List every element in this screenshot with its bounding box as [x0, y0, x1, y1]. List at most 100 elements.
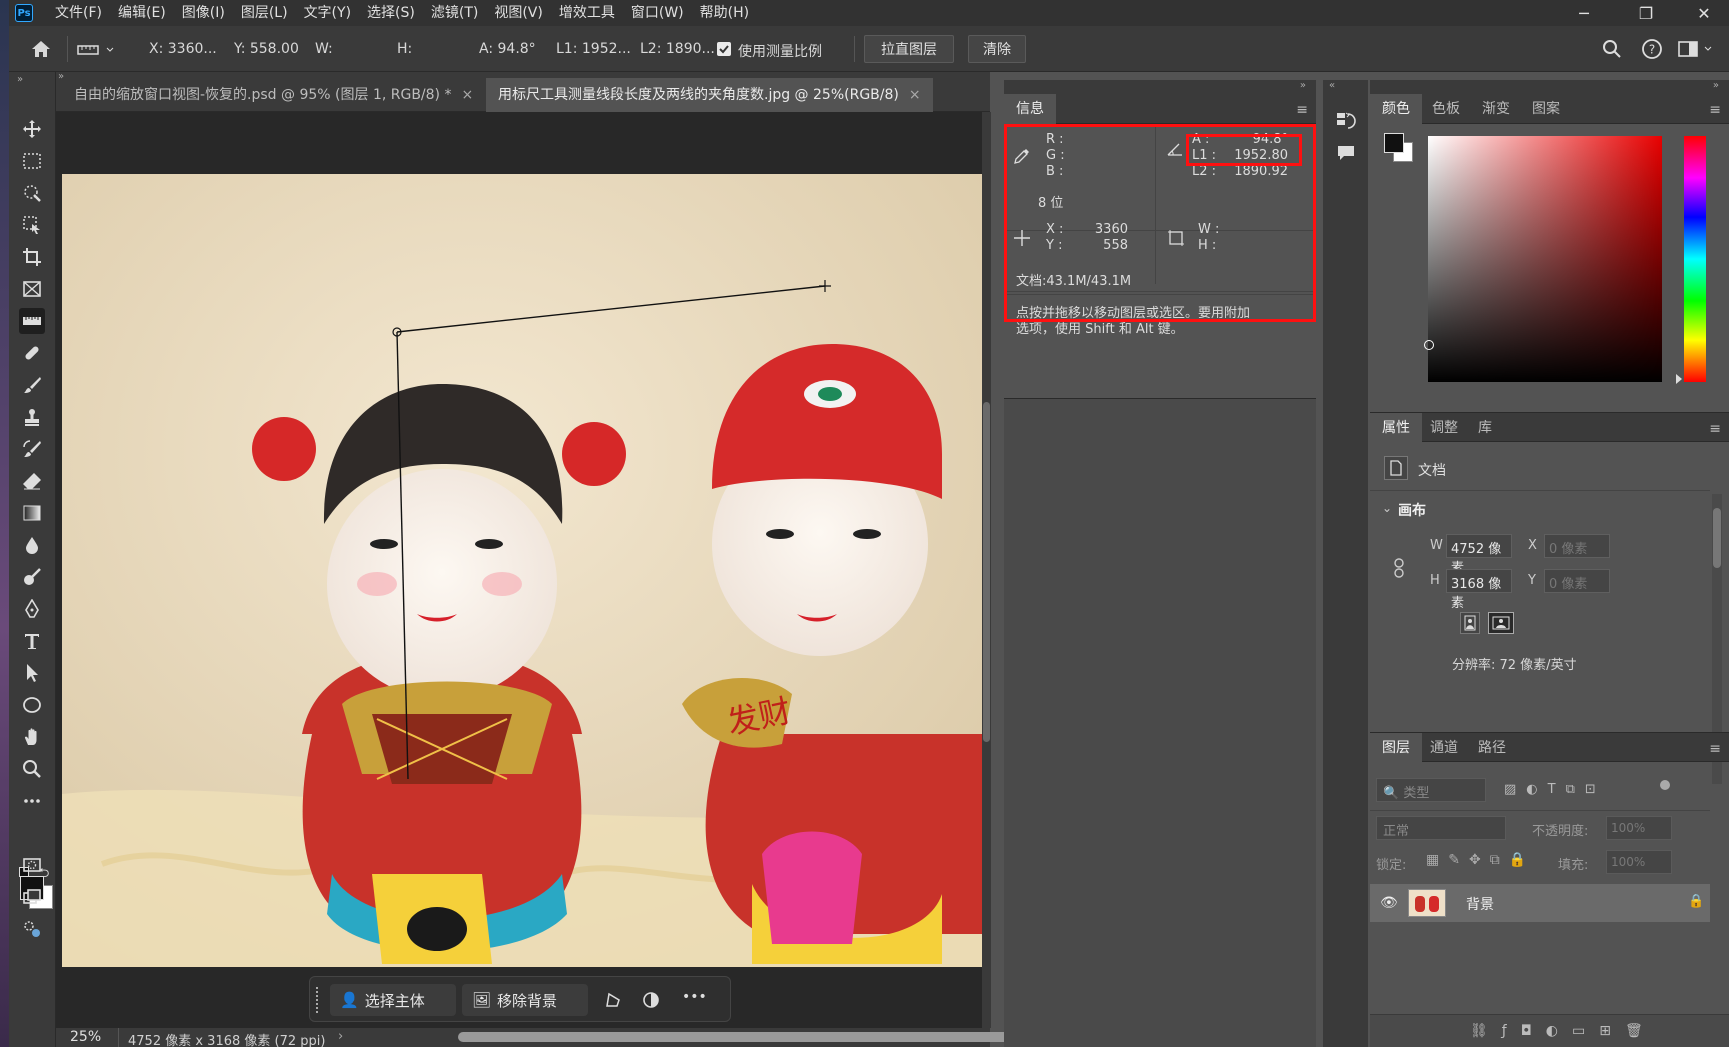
quick-mask-icon[interactable]	[19, 852, 45, 878]
drag-handle-icon[interactable]	[316, 987, 320, 1013]
crop-tool-icon[interactable]	[19, 244, 45, 270]
ellipse-tool-icon[interactable]	[19, 692, 45, 718]
link-icon[interactable]	[1390, 556, 1408, 580]
tab-paths[interactable]: 路径	[1466, 733, 1518, 763]
type-tool-icon[interactable]	[19, 628, 45, 654]
more-options-icon[interactable]: •••	[682, 989, 707, 1005]
tab-close-icon[interactable]: ×	[461, 87, 473, 103]
dock-expand-icon[interactable]: «	[1329, 80, 1335, 91]
pen-tool-icon[interactable]	[19, 596, 45, 622]
layer-action-icons[interactable]: ⛓ƒ◘◐▭⊞🗑	[1470, 1023, 1657, 1039]
layers-menu-icon[interactable]: ≡	[1709, 741, 1721, 757]
tab-adjustments[interactable]: 调整	[1418, 413, 1470, 443]
menu-view[interactable]: 视图(V)	[486, 0, 551, 26]
hue-slider-handle[interactable]	[1676, 374, 1682, 384]
ruler-tool-preset-icon[interactable]	[77, 40, 117, 60]
filter-toggle-icon[interactable]	[1660, 780, 1670, 790]
adjustment-icon[interactable]	[638, 988, 664, 1012]
vertical-scrollbar[interactable]	[982, 112, 991, 1028]
foreground-color-chip[interactable]	[1384, 133, 1404, 153]
lock-icons[interactable]: ▦✎✥⧉🔒	[1426, 852, 1535, 868]
tab-psd-document[interactable]: 自由的缩放窗口视图-恢复的.psd @ 95% (图层 1, RGB/8) * ×	[62, 78, 485, 112]
tab-libraries[interactable]: 库	[1466, 413, 1504, 443]
blur-tool-icon[interactable]	[19, 532, 45, 558]
fill-field[interactable]: 100%	[1606, 850, 1672, 874]
portrait-orientation-icon[interactable]	[1460, 612, 1480, 634]
comments-icon[interactable]	[1333, 140, 1359, 166]
menu-type[interactable]: 文字(Y)	[296, 0, 359, 26]
minimize-button[interactable]: ─	[1561, 0, 1607, 26]
menu-window[interactable]: 窗口(W)	[623, 0, 692, 26]
tab-layers[interactable]: 图层	[1370, 733, 1422, 763]
move-tool-icon[interactable]	[19, 116, 45, 142]
transform-icon[interactable]	[600, 988, 626, 1012]
layer-filter-dropdown[interactable]: 🔍 类型	[1376, 778, 1486, 802]
panels-collapse-icon[interactable]: »	[1713, 80, 1719, 91]
workspace-icon[interactable]	[1677, 38, 1717, 60]
tab-swatches[interactable]: 色板	[1420, 94, 1472, 124]
landscape-orientation-icon[interactable]	[1488, 612, 1514, 634]
edit-toolbar-icon[interactable]	[19, 916, 45, 942]
zoom-tool-icon[interactable]	[19, 756, 45, 782]
restore-button[interactable]: ❐	[1623, 0, 1669, 26]
gradient-tool-icon[interactable]	[19, 500, 45, 526]
color-panel-menu-icon[interactable]: ≡	[1709, 102, 1721, 118]
eraser-tool-icon[interactable]	[19, 468, 45, 494]
ruler-tool-icon[interactable]	[19, 308, 45, 334]
healing-brush-tool-icon[interactable]	[19, 340, 45, 366]
clear-button[interactable]: 清除	[968, 35, 1026, 63]
tab-color[interactable]: 颜色	[1370, 94, 1422, 124]
blend-mode-dropdown[interactable]: 正常	[1376, 816, 1506, 840]
tab-jpg-document[interactable]: 用标尺工具测量线段长度及两线的夹角度数.jpg @ 25%(RGB/8) ×	[486, 78, 933, 112]
menu-plugins[interactable]: 增效工具	[551, 0, 623, 26]
search-icon[interactable]	[1601, 38, 1623, 60]
vertical-scrollbar-thumb[interactable]	[983, 402, 990, 742]
panel-collapse-icon[interactable]: »	[1300, 80, 1306, 91]
home-icon[interactable]	[29, 38, 53, 60]
canvas-x-field[interactable]: 0 像素	[1544, 534, 1610, 558]
properties-menu-icon[interactable]: ≡	[1709, 421, 1721, 437]
opacity-field[interactable]: 100%	[1606, 816, 1672, 840]
use-scale-checkbox[interactable]	[717, 42, 731, 56]
history-icon[interactable]	[1333, 108, 1359, 134]
marquee-tool-icon[interactable]	[19, 148, 45, 174]
hue-slider[interactable]	[1684, 136, 1706, 382]
quick-selection-tool-icon[interactable]	[19, 180, 45, 206]
object-selection-tool-icon[interactable]	[19, 212, 45, 238]
zoom-level[interactable]: 25%	[70, 1029, 101, 1045]
more-tools-icon[interactable]	[19, 788, 45, 814]
color-field[interactable]	[1424, 136, 1662, 382]
menu-file[interactable]: 文件(F)	[47, 0, 110, 26]
path-selection-tool-icon[interactable]	[19, 660, 45, 686]
remove-background-button[interactable]: 🖼 移除背景	[462, 984, 588, 1016]
status-menu-arrow[interactable]: ›	[338, 1029, 343, 1044]
menu-help[interactable]: 帮助(H)	[692, 0, 757, 26]
help-icon[interactable]: ?	[1641, 38, 1663, 60]
panel-menu-icon[interactable]: ≡	[1296, 102, 1308, 118]
menu-layer[interactable]: 图层(L)	[233, 0, 296, 26]
layer-row[interactable]: 👁 背景 🔒	[1370, 884, 1710, 922]
document-image[interactable]: 发财	[62, 174, 983, 967]
screen-mode-icon[interactable]	[19, 884, 45, 910]
visibility-eye-icon[interactable]: 👁	[1380, 895, 1398, 911]
hand-tool-icon[interactable]	[19, 724, 45, 750]
canvas-width-field[interactable]: 4752 像素	[1446, 534, 1512, 576]
history-brush-tool-icon[interactable]	[19, 436, 45, 462]
canvas-height-field[interactable]: 3168 像素	[1446, 569, 1512, 611]
brush-tool-icon[interactable]	[19, 372, 45, 398]
color-picker-handle[interactable]	[1424, 340, 1434, 350]
straighten-layer-button[interactable]: 拉直图层	[864, 35, 954, 63]
document-info[interactable]: 4752 像素 x 3168 像素 (72 ppi)	[128, 1030, 325, 1047]
tab-gradients[interactable]: 渐变	[1470, 94, 1522, 124]
close-button[interactable]: ✕	[1681, 0, 1727, 26]
menu-filter[interactable]: 滤镜(T)	[423, 0, 486, 26]
section-expand-icon[interactable]: ⌄	[1382, 501, 1392, 515]
clone-stamp-tool-icon[interactable]	[19, 404, 45, 430]
tab-patterns[interactable]: 图案	[1520, 94, 1572, 124]
canvas-y-field[interactable]: 0 像素	[1544, 569, 1610, 593]
tab-properties[interactable]: 属性	[1370, 413, 1422, 443]
layer-name[interactable]: 背景	[1466, 894, 1494, 914]
menu-image[interactable]: 图像(I)	[174, 0, 233, 26]
horizontal-scrollbar-thumb[interactable]	[458, 1032, 1038, 1042]
select-subject-button[interactable]: 👤 选择主体	[330, 984, 456, 1016]
